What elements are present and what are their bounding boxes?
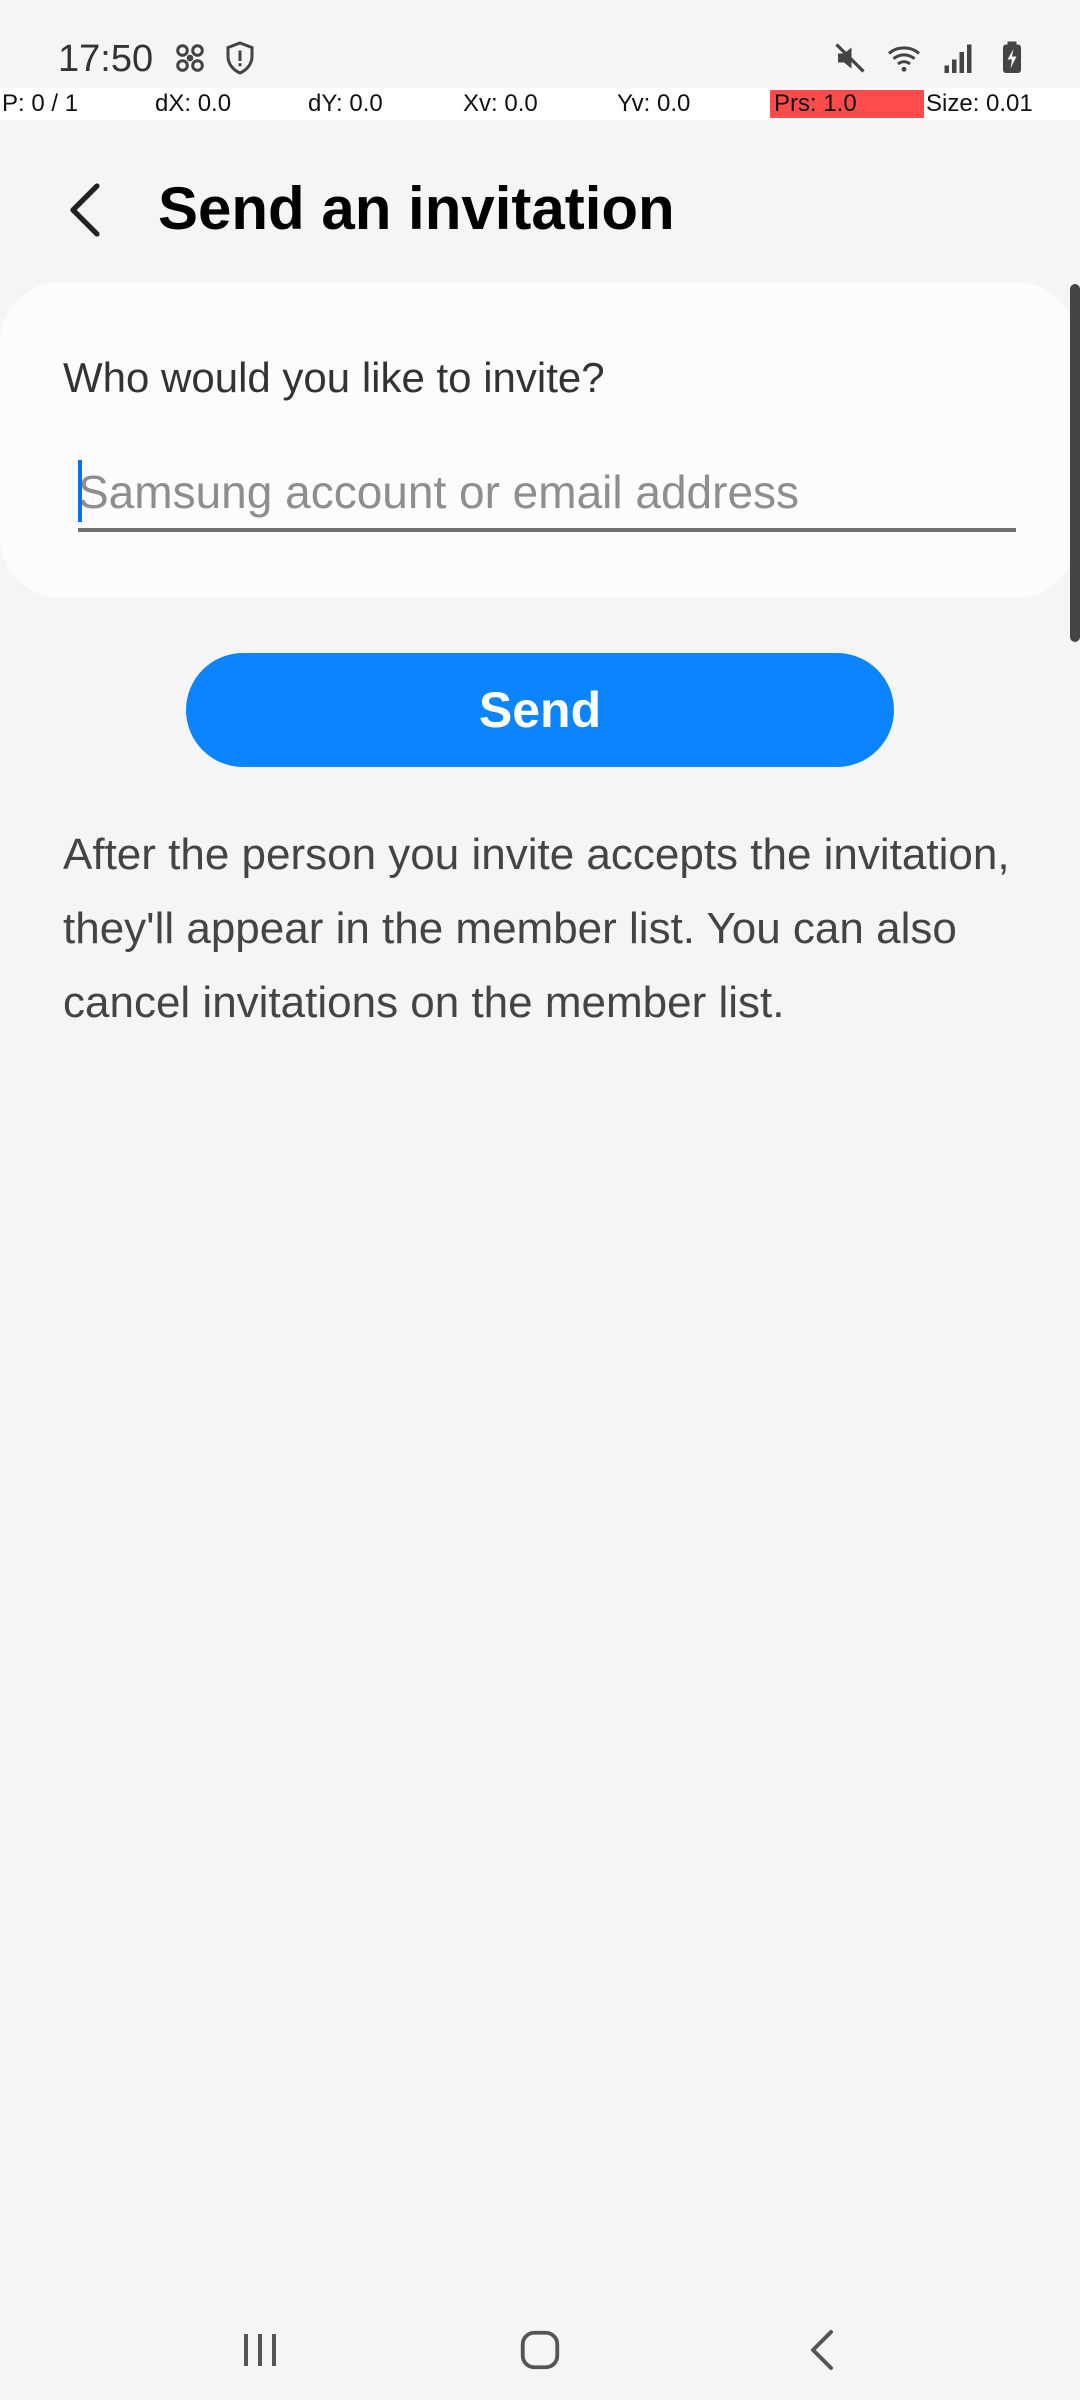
shield-alert-icon	[226, 41, 254, 75]
overlay-xv: Xv: 0.0	[463, 90, 538, 117]
navigation-bar	[0, 2290, 1080, 2400]
overlay-pointer-count: P: 0 / 1	[2, 90, 79, 117]
overlay-dy: dY: 0.0	[308, 90, 383, 117]
nav-back-button[interactable]	[782, 2310, 862, 2390]
status-left-icons	[172, 40, 258, 76]
status-time: 17:50	[58, 38, 154, 80]
app-bar: Send an invitation	[0, 150, 1080, 270]
screen: 17:50 P: 0 / 1 dX: 0.0 dY: 0.0 Xv: 0.0 Y…	[0, 0, 1080, 2400]
page-title: Send an invitation	[158, 175, 675, 242]
overlay-pressure: Prs: 1.0	[770, 90, 924, 118]
invite-email-input[interactable]	[78, 456, 1016, 528]
chevron-left-icon	[70, 183, 100, 237]
text-caret	[78, 460, 82, 522]
invite-card: Who would you like to invite?	[0, 282, 1076, 598]
send-button[interactable]: Send	[186, 653, 894, 767]
scrollbar[interactable]	[1070, 284, 1080, 642]
overlay-dx: dX: 0.0	[155, 90, 232, 117]
overlay-yv: Yv: 0.0	[617, 90, 691, 117]
status-right-icons	[832, 40, 1030, 76]
invite-input-wrapper	[78, 456, 1016, 532]
pointer-location-overlay: P: 0 / 1 dX: 0.0 dY: 0.0 Xv: 0.0 Yv: 0.0…	[0, 88, 1080, 120]
mute-icon	[835, 43, 865, 73]
status-bar: 17:50	[0, 0, 1080, 88]
fan-icon	[176, 44, 204, 72]
recents-icon	[244, 2334, 276, 2366]
back-icon	[811, 2330, 833, 2370]
invite-question: Who would you like to invite?	[63, 354, 605, 401]
home-icon	[520, 2330, 560, 2370]
battery-charging-icon	[1003, 41, 1021, 73]
recents-button[interactable]	[220, 2310, 300, 2390]
info-text: After the person you invite accepts the …	[63, 830, 1010, 1027]
signal-icon	[944, 44, 972, 73]
overlay-size: Size: 0.01	[926, 90, 1033, 117]
home-button[interactable]	[500, 2310, 580, 2390]
wifi-icon	[887, 46, 921, 72]
back-button[interactable]	[50, 170, 120, 250]
